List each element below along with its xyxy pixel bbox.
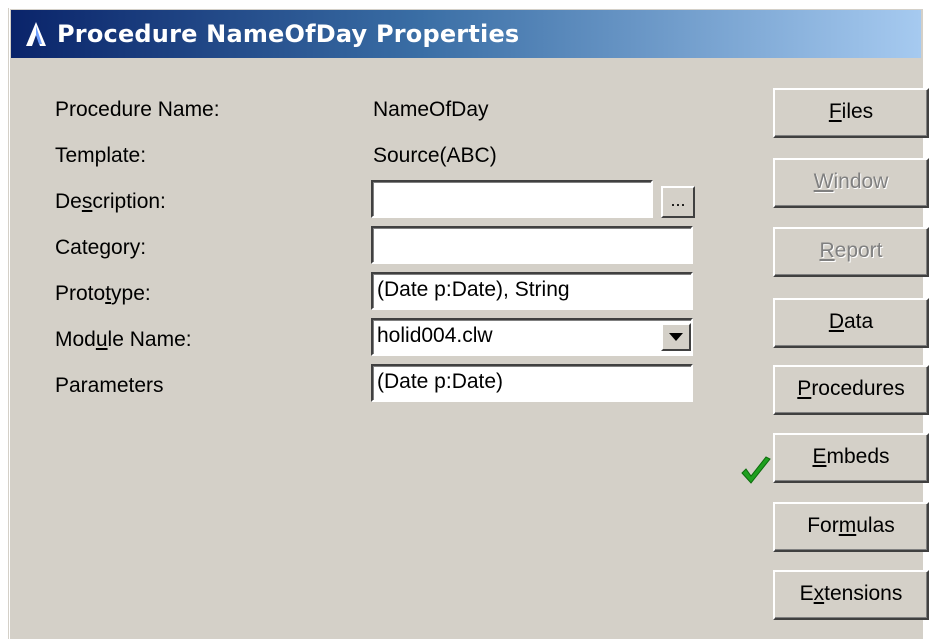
title-bar[interactable]: Procedure NameOfDay Properties bbox=[11, 10, 921, 58]
module-name-dropdown-button[interactable] bbox=[661, 323, 691, 351]
report-button[interactable]: Report bbox=[773, 227, 929, 277]
app-icon bbox=[26, 22, 46, 46]
extensions-button[interactable]: Extensions bbox=[773, 570, 929, 620]
procedures-button[interactable]: Procedures bbox=[773, 365, 929, 415]
procedure-name-value: NameOfDay bbox=[373, 98, 489, 121]
module-name-dropdown[interactable]: holid004.clw bbox=[371, 318, 693, 356]
data-button[interactable]: Data bbox=[773, 298, 929, 348]
module-name-label: Module Name: bbox=[55, 328, 192, 351]
procedure-name-label: Procedure Name: bbox=[55, 98, 220, 121]
prototype-field[interactable]: (Date p:Date), String bbox=[371, 272, 693, 310]
procedure-properties-dialog: Procedure NameOfDay Properties Procedure… bbox=[8, 8, 929, 639]
checkmark-icon bbox=[741, 456, 771, 484]
template-value: Source(ABC) bbox=[373, 144, 497, 167]
parameters-label: Parameters bbox=[55, 374, 164, 397]
category-label: Category: bbox=[55, 236, 147, 259]
template-label: Template: bbox=[55, 144, 147, 167]
files-button[interactable]: Files bbox=[773, 88, 929, 138]
prototype-label: Prototype: bbox=[55, 282, 151, 305]
parameters-field[interactable]: (Date p:Date) bbox=[371, 364, 693, 402]
category-field[interactable] bbox=[371, 226, 693, 264]
window-title: Procedure NameOfDay Properties bbox=[57, 20, 520, 48]
embeds-button[interactable]: Embeds bbox=[773, 433, 929, 483]
formulas-button[interactable]: Formulas bbox=[773, 502, 929, 552]
module-name-value: holid004.clw bbox=[377, 324, 493, 347]
chevron-down-icon bbox=[669, 333, 683, 341]
description-label: Description: bbox=[55, 190, 166, 213]
window-button[interactable]: Window bbox=[773, 158, 929, 208]
description-field[interactable] bbox=[371, 180, 653, 218]
description-browse-button[interactable]: ... bbox=[661, 186, 695, 218]
